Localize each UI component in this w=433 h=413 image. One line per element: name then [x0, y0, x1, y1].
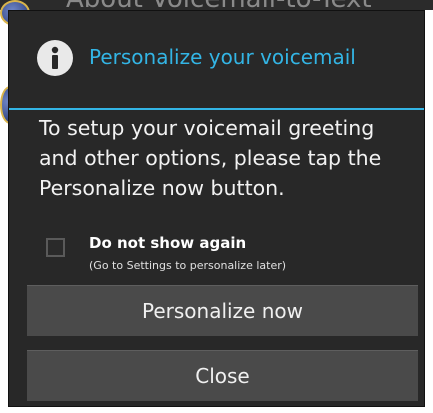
dialog-message: To setup your voicemail greeting and oth…: [39, 116, 382, 200]
do-not-show-again-label[interactable]: Do not show again: [89, 234, 246, 252]
background-app-header: About Voicemail-to-Text: [0, 0, 433, 10]
header-divider: [9, 108, 424, 110]
dialog-title: Personalize your voicemail: [89, 45, 356, 69]
background-app-title: About Voicemail-to-Text: [66, 0, 372, 10]
info-icon: [37, 40, 73, 76]
personalize-now-button[interactable]: Personalize now: [27, 285, 418, 336]
screen: About Voicemail-to-Text Personalize your…: [0, 0, 433, 413]
close-button[interactable]: Close: [27, 350, 418, 401]
dialog-header: Personalize your voicemail: [9, 11, 424, 110]
do-not-show-again-hint: (Go to Settings to personalize later): [89, 259, 287, 272]
do-not-show-again-checkbox[interactable]: [46, 238, 65, 257]
personalize-voicemail-dialog: Personalize your voicemail To setup your…: [8, 10, 425, 407]
